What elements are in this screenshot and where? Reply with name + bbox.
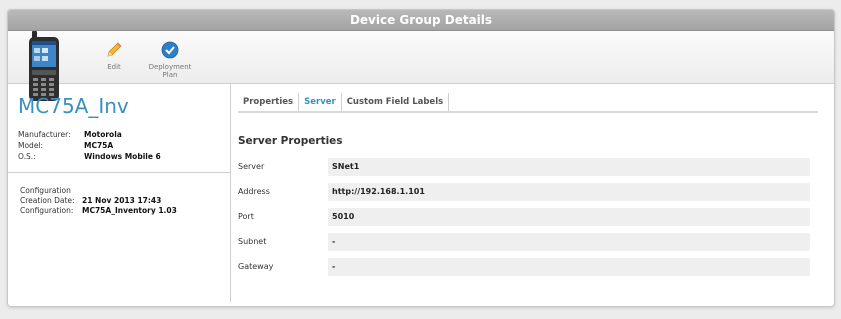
device-group-details-window: Device Group Details Edit Deployment Pla… — [7, 9, 835, 307]
tab-server[interactable]: Server — [299, 93, 342, 111]
toolbar: Edit Deployment Plan — [8, 31, 834, 101]
tab-properties[interactable]: Properties — [238, 93, 300, 111]
field-row-port: Port 5010 — [238, 208, 818, 226]
field-value: 5010 — [328, 208, 810, 226]
field-row-subnet: Subnet - — [238, 233, 818, 251]
configuration-heading: Configuration — [20, 186, 71, 195]
section-title: Server Properties — [238, 135, 343, 147]
deployment-plan-button[interactable]: Deployment Plan — [146, 41, 194, 79]
field-value: http://192.168.1.101 — [328, 183, 810, 201]
property-key: Manufacturer: — [18, 130, 71, 139]
field-label: Gateway — [238, 262, 274, 271]
property-key: Model: — [18, 141, 44, 150]
field-value: - — [328, 233, 810, 251]
property-value: Windows Mobile 6 — [84, 152, 161, 161]
details-pane: Properties Server Custom Field Labels Se… — [231, 84, 834, 306]
field-row-address: Address http://192.168.1.101 — [238, 183, 818, 201]
property-key: O.S.: — [18, 152, 36, 161]
device-info-pane: MC75A_Inv Manufacturer: Motorola Model: MC… — [8, 84, 230, 306]
deployment-plan-button-label: Deployment Plan — [148, 63, 192, 79]
config-row: Configuration: MC75A_Inventory 1.03 — [20, 206, 177, 216]
property-value: Motorola — [84, 130, 122, 139]
field-value: SNet1 — [328, 158, 810, 176]
edit-button-label: Edit — [107, 63, 121, 71]
field-row-server: Server SNet1 — [238, 158, 818, 176]
config-value: 21 Nov 2013 17:43 — [82, 196, 162, 205]
field-value: - — [328, 258, 810, 276]
config-key: Creation Date: — [20, 196, 75, 205]
field-row-gateway: Gateway - — [238, 258, 818, 276]
property-row: Manufacturer: Motorola — [18, 129, 161, 140]
config-row: Creation Date: 21 Nov 2013 17:43 — [20, 196, 177, 206]
field-label: Subnet — [238, 237, 267, 246]
tab-underline — [238, 111, 818, 113]
tab-custom-field-labels[interactable]: Custom Field Labels — [342, 93, 450, 111]
field-label: Server — [238, 162, 265, 171]
field-label: Port — [238, 212, 254, 221]
edit-button[interactable]: Edit — [97, 41, 131, 71]
section-divider — [8, 172, 230, 173]
config-key: Configuration: — [20, 206, 74, 215]
device-properties: Manufacturer: Motorola Model: MC75A O.S.: W… — [18, 129, 161, 162]
property-row: Model: MC75A — [18, 140, 161, 151]
pencil-icon — [107, 42, 122, 57]
property-value: MC75A — [84, 141, 114, 150]
config-value: MC75A_Inventory 1.03 — [82, 206, 177, 215]
field-label: Address — [238, 187, 270, 196]
configuration-info: Configuration Creation Date: 21 Nov 2013 … — [20, 186, 177, 216]
device-name-title: MC75A_Inv — [18, 94, 129, 118]
tab-bar: Properties Server Custom Field Labels — [238, 93, 450, 111]
window-title: Device Group Details — [8, 10, 834, 31]
checkmark-icon — [161, 41, 179, 59]
property-row: O.S.: Windows Mobile 6 — [18, 151, 161, 162]
